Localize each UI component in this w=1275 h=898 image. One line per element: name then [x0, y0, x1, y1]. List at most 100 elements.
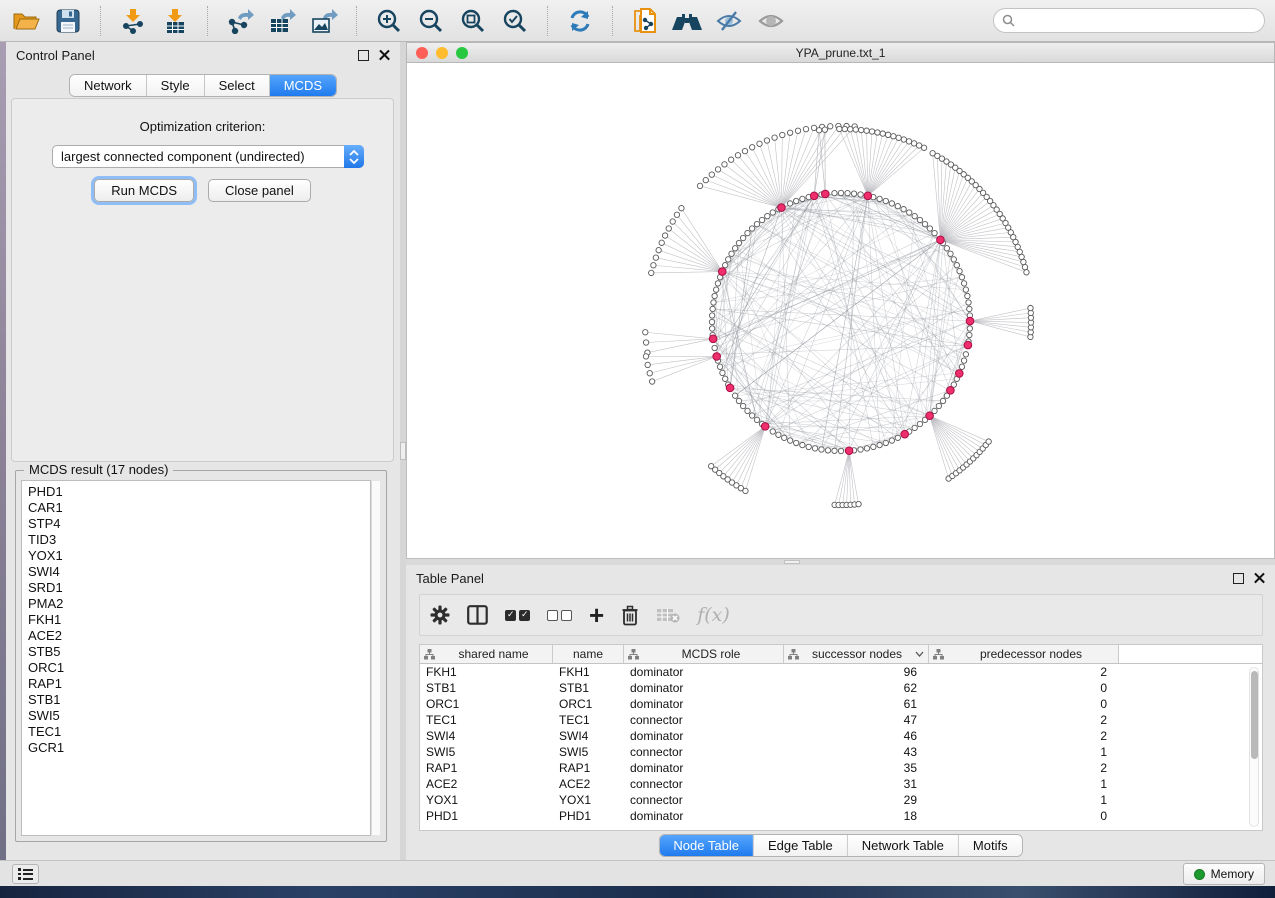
table-tab-edge-table[interactable]: Edge Table — [754, 835, 848, 856]
save-icon — [56, 9, 80, 33]
table-row[interactable]: FKH1FKH1dominator962 — [420, 664, 1262, 680]
zoom-out-icon — [418, 8, 444, 34]
mcds-result-item[interactable]: STB1 — [28, 692, 370, 708]
close-window-icon[interactable] — [416, 47, 428, 59]
table-cell: PHD1 — [420, 809, 553, 823]
close-panel-button[interactable]: Close panel — [208, 179, 311, 202]
shared-column-icon — [424, 649, 435, 660]
table-row[interactable]: ORC1ORC1dominator610 — [420, 696, 1262, 712]
table-row[interactable]: PHD1PHD1dominator180 — [420, 808, 1262, 824]
table-row[interactable]: STB1STB1dominator620 — [420, 680, 1262, 696]
export-image-icon — [310, 8, 338, 34]
mcds-result-item[interactable]: SWI5 — [28, 708, 370, 724]
hide-selected-button[interactable] — [713, 5, 745, 37]
float-table-panel-icon[interactable] — [1233, 573, 1244, 584]
table-cell: ORC1 — [553, 697, 624, 711]
table-row[interactable]: ACE2ACE2connector311 — [420, 776, 1262, 792]
mcds-result-item[interactable]: GCR1 — [28, 740, 370, 756]
delete-column-button[interactable] — [621, 602, 639, 628]
maximize-window-icon[interactable] — [456, 47, 468, 59]
table-row[interactable]: SWI5SWI5connector431 — [420, 744, 1262, 760]
table-row[interactable]: SWI4SWI4dominator462 — [420, 728, 1262, 744]
column-header-predecessor-nodes[interactable]: predecessor nodes — [929, 645, 1119, 663]
node-table[interactable]: shared namenameMCDS rolesuccessor nodesp… — [419, 644, 1263, 831]
search-network-button[interactable] — [671, 5, 703, 37]
network-window-title: YPA_prune.txt_1 — [407, 46, 1274, 60]
import-network-button[interactable] — [117, 5, 149, 37]
export-table-button[interactable] — [266, 5, 298, 37]
import-table-button[interactable] — [159, 5, 191, 37]
mcds-result-item[interactable]: FKH1 — [28, 612, 370, 628]
mcds-result-item[interactable]: TEC1 — [28, 724, 370, 740]
open-session-button[interactable] — [10, 5, 42, 37]
tab-style[interactable]: Style — [147, 75, 205, 96]
table-panel: Table Panel — [406, 565, 1275, 860]
table-tab-node-table[interactable]: Node Table — [659, 835, 754, 856]
add-column-button[interactable]: + — [589, 602, 604, 628]
float-panel-icon[interactable] — [358, 50, 369, 61]
show-columns-button[interactable] — [467, 602, 488, 628]
tab-mcds[interactable]: MCDS — [270, 75, 336, 96]
clone-network-button[interactable] — [629, 5, 661, 37]
table-tab-motifs[interactable]: Motifs — [959, 835, 1022, 856]
toolbar-search — [993, 8, 1265, 33]
column-header-name[interactable]: name — [553, 645, 624, 663]
mcds-result-item[interactable]: RAP1 — [28, 676, 370, 692]
table-cell: TEC1 — [553, 713, 624, 727]
select-all-button[interactable] — [505, 602, 530, 628]
unchecked-box-icon — [561, 610, 572, 621]
column-header-shared-name[interactable]: shared name — [420, 645, 553, 663]
mcds-result-item[interactable]: CAR1 — [28, 500, 370, 516]
close-panel-icon[interactable] — [379, 50, 390, 61]
zoom-fit-icon — [460, 8, 486, 34]
table-cell: connector — [624, 713, 784, 727]
minimize-window-icon[interactable] — [436, 47, 448, 59]
table-tab-network-table[interactable]: Network Table — [848, 835, 959, 856]
table-cell: 46 — [784, 729, 929, 743]
table-settings-button[interactable] — [430, 602, 450, 628]
zoom-selected-button[interactable] — [499, 5, 531, 37]
close-table-panel-icon[interactable] — [1254, 573, 1265, 584]
mcds-result-item[interactable]: SWI4 — [28, 564, 370, 580]
export-network-button[interactable] — [224, 5, 256, 37]
mcds-result-item[interactable]: STB5 — [28, 644, 370, 660]
zoom-fit-button[interactable] — [457, 5, 489, 37]
mcds-list-scrollbar[interactable] — [371, 481, 380, 835]
search-input[interactable] — [1020, 14, 1256, 28]
table-scrollbar[interactable] — [1249, 667, 1259, 827]
save-session-button[interactable] — [52, 5, 84, 37]
mcds-result-item[interactable]: TID3 — [28, 532, 370, 548]
mcds-result-item[interactable]: YOX1 — [28, 548, 370, 564]
run-mcds-button[interactable]: Run MCDS — [94, 179, 194, 202]
mcds-result-list[interactable]: PHD1CAR1STP4TID3YOX1SWI4SRD1PMA2FKH1ACE2… — [21, 480, 371, 836]
zoom-out-button[interactable] — [415, 5, 447, 37]
mcds-result-item[interactable]: ORC1 — [28, 660, 370, 676]
table-cell: FKH1 — [420, 665, 553, 679]
table-row[interactable]: YOX1YOX1connector291 — [420, 792, 1262, 808]
scrollbar-thumb[interactable] — [1251, 671, 1258, 759]
tab-network[interactable]: Network — [70, 75, 147, 96]
table-cell: connector — [624, 793, 784, 807]
apply-layout-button[interactable] — [564, 5, 596, 37]
memory-label: Memory — [1211, 867, 1254, 881]
table-row[interactable]: TEC1TEC1connector472 — [420, 712, 1262, 728]
export-image-button[interactable] — [308, 5, 340, 37]
table-row[interactable]: RAP1RAP1dominator352 — [420, 760, 1262, 776]
task-history-button[interactable] — [12, 864, 39, 884]
mcds-result-item[interactable]: PHD1 — [28, 484, 370, 500]
zoom-in-button[interactable] — [373, 5, 405, 37]
deselect-all-button[interactable] — [547, 602, 572, 628]
mcds-result-item[interactable]: ACE2 — [28, 628, 370, 644]
tab-select[interactable]: Select — [205, 75, 270, 96]
mcds-result-item[interactable]: STP4 — [28, 516, 370, 532]
memory-button[interactable]: Memory — [1183, 863, 1265, 885]
network-window-titlebar[interactable]: YPA_prune.txt_1 — [406, 42, 1275, 63]
binoculars-icon — [671, 9, 703, 33]
column-header-successor-nodes[interactable]: successor nodes — [784, 645, 929, 663]
network-view-canvas[interactable] — [406, 63, 1275, 559]
mcds-result-item[interactable]: PMA2 — [28, 596, 370, 612]
column-header-MCDS-role[interactable]: MCDS role — [624, 645, 784, 663]
mcds-result-item[interactable]: SRD1 — [28, 580, 370, 596]
show-all-button[interactable] — [755, 5, 787, 37]
optimization-criterion-select[interactable]: largest connected component (undirected) — [52, 145, 364, 168]
